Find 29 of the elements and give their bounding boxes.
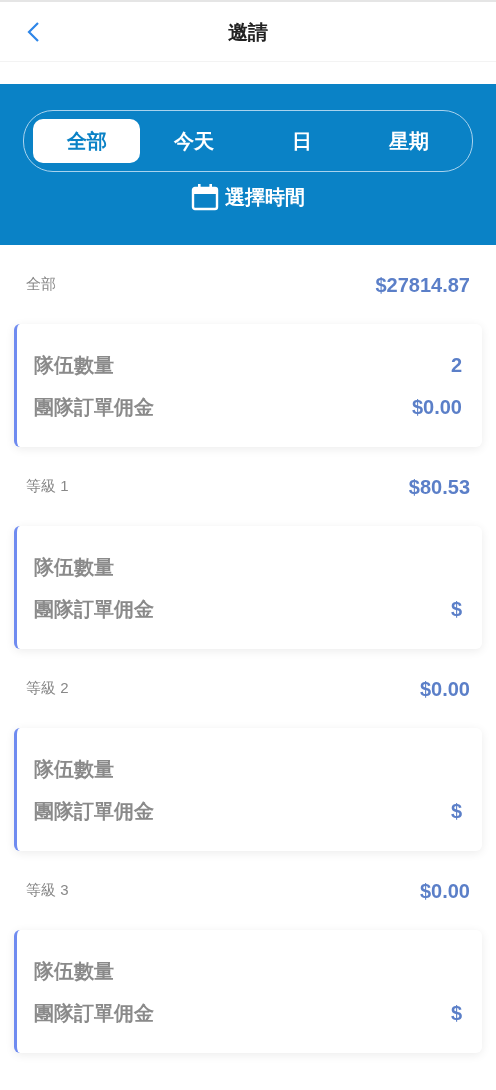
stat-label: 團隊訂單佣金 [34,394,154,420]
stat-label: 隊伍數量 [34,554,114,580]
stat-value: 2 [450,352,462,378]
period-tab[interactable]: 日 [247,119,356,163]
section-total: $0.00 [419,676,470,702]
stat-value: $ [450,1000,462,1026]
section-label: 等級 2 [26,678,69,699]
section-label: 等級 1 [26,476,69,497]
section-total: $0.00 [419,878,470,904]
section-total: $27814.87 [375,272,470,298]
stat-value: $ [450,798,462,824]
chevron-left-icon [26,21,40,43]
period-tab[interactable]: 星期 [355,119,463,163]
stat-label: 隊伍數量 [34,958,114,984]
stat-value: $ [450,596,462,622]
section-label: 全部 [26,274,56,295]
stat-label: 隊伍數量 [34,352,114,378]
pick-time-button[interactable]: 選擇時間 [191,182,305,212]
stat-label: 團隊訂單佣金 [34,596,154,622]
period-tab[interactable]: 全部 [33,119,140,163]
page-title: 邀請 [228,19,268,45]
stat-label: 團隊訂單佣金 [34,798,154,824]
period-tab[interactable]: 今天 [140,119,248,163]
stat-value: $0.00 [411,394,462,420]
stat-label: 團隊訂單佣金 [34,1000,154,1026]
stat-label: 隊伍數量 [34,756,114,782]
section-total: $80.53 [408,474,470,500]
section-label: 等級 3 [26,880,69,901]
calendar-icon [191,183,219,211]
